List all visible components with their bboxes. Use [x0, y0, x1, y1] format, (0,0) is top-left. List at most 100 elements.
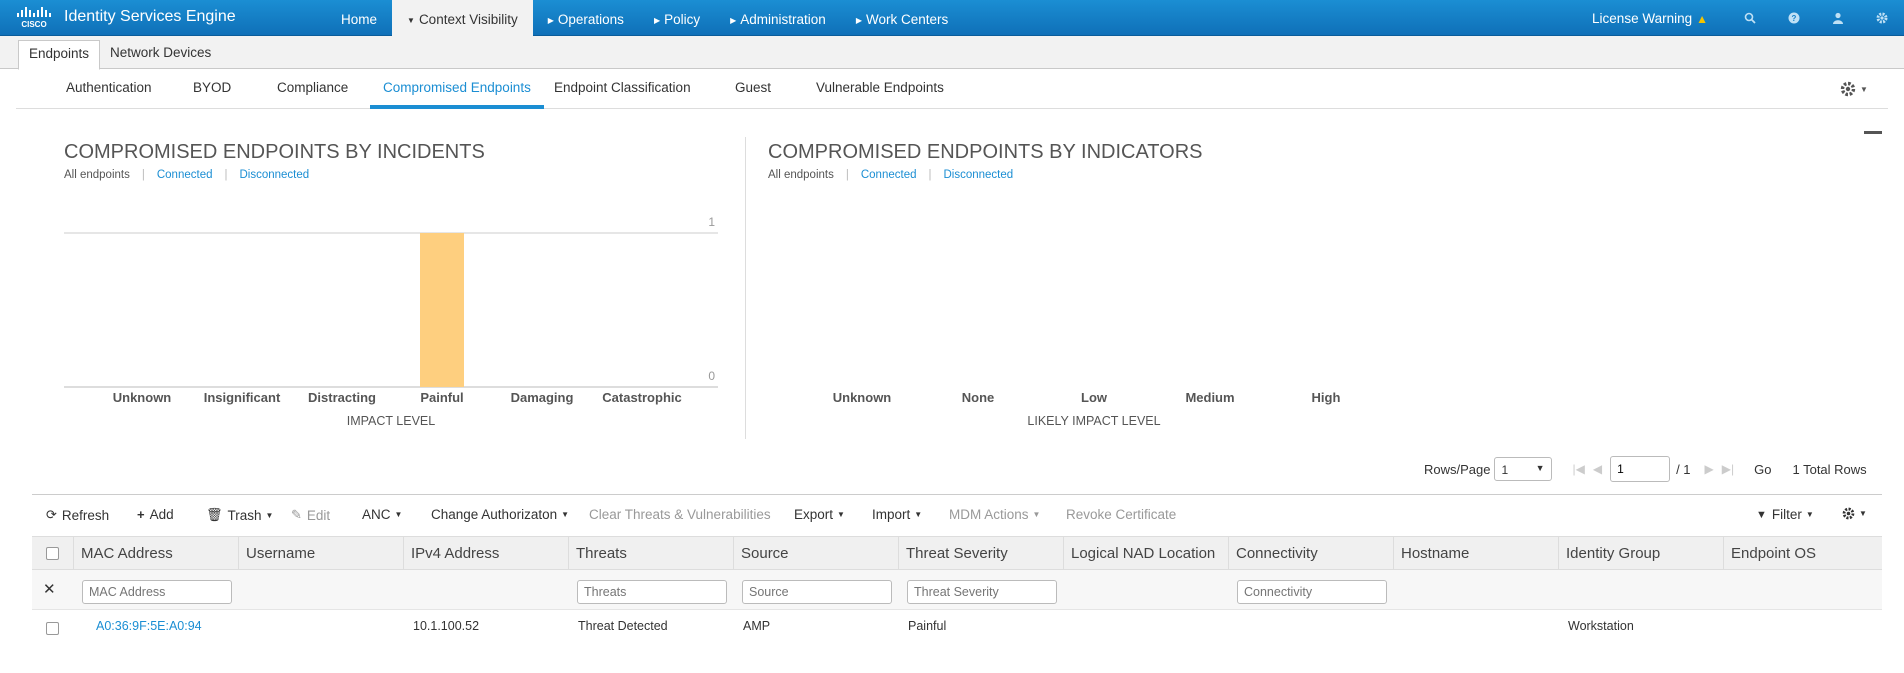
total-rows: 1 Total Rows: [1792, 461, 1867, 477]
warning-icon: ▲: [1696, 11, 1708, 26]
nav-label: Policy: [664, 12, 701, 27]
dashlet-tab-vulnerable-endpoints[interactable]: Vulnerable Endpoints: [816, 70, 944, 109]
source-filter-input[interactable]: [742, 580, 892, 604]
nav-home[interactable]: Home: [326, 0, 392, 36]
caret-right-icon: ▶: [547, 16, 554, 25]
cisco-logo: CISCO: [17, 7, 51, 29]
dashlet-tab-compliance[interactable]: Compliance: [277, 70, 348, 109]
row-checkbox[interactable]: [46, 622, 59, 635]
last-page-icon[interactable]: ▶|: [1722, 462, 1734, 476]
change-authorization-button[interactable]: Change Authorizaton ▼: [431, 507, 569, 522]
category-label: Unknown: [113, 390, 172, 405]
nav-administration[interactable]: ▶ Administration: [715, 0, 841, 36]
user-icon[interactable]: [1816, 0, 1860, 36]
x-axis-title: IMPACT LEVEL: [347, 414, 436, 428]
gear-icon[interactable]: [1860, 0, 1904, 36]
clear-threats-label: Clear Threats & Vulnerabilities: [589, 507, 771, 522]
caret-right-icon: ▶: [730, 16, 737, 25]
filter-separator: |: [141, 169, 145, 181]
refresh-button[interactable]: ⟳ Refresh: [46, 507, 109, 523]
filter-disconnected[interactable]: Disconnected: [239, 169, 309, 181]
next-page-icon[interactable]: ▶: [1705, 462, 1714, 476]
funnel-icon: ▼: [1756, 508, 1767, 521]
tab-network-devices[interactable]: Network Devices: [100, 40, 221, 70]
dashlet-tab-authentication[interactable]: Authentication: [66, 70, 152, 109]
export-button[interactable]: Export ▼: [794, 507, 845, 522]
rows-per-page-select[interactable]: 1 ▼: [1494, 457, 1553, 481]
filter-connected[interactable]: Connected: [861, 169, 917, 181]
y-tick-label: 0: [708, 369, 715, 383]
threat-severity-filter-input[interactable]: [907, 580, 1057, 604]
column-header-identity-group[interactable]: Identity Group: [1558, 537, 1723, 571]
row-mac-link[interactable]: A0:36:9F:5E:A0:94: [96, 619, 202, 633]
filter-disconnected[interactable]: Disconnected: [943, 169, 1013, 181]
threats-filter-input[interactable]: [577, 580, 727, 604]
import-button[interactable]: Import ▼: [872, 507, 922, 522]
column-header-hostname[interactable]: Hostname: [1393, 537, 1558, 571]
filter-all-endpoints[interactable]: All endpoints: [64, 169, 130, 181]
column-header-endpoint-os[interactable]: Endpoint OS: [1723, 537, 1882, 571]
column-header-ipv4[interactable]: IPv4 Address: [403, 537, 568, 571]
filter-button[interactable]: ▼ Filter ▼: [1756, 507, 1814, 522]
edit-button[interactable]: ✎ Edit: [291, 507, 330, 523]
import-label: Import: [872, 507, 911, 522]
category-label: Unknown: [833, 390, 892, 405]
caret-right-icon: ▶: [653, 16, 661, 25]
column-header-source[interactable]: Source: [733, 537, 898, 571]
column-header-mac[interactable]: MAC Address: [73, 537, 238, 571]
clear-filters-icon[interactable]: ✕: [43, 580, 56, 598]
page-number-input[interactable]: [1610, 456, 1671, 482]
connectivity-filter-input[interactable]: [1237, 580, 1387, 604]
refresh-label: Refresh: [61, 507, 110, 523]
nav-operations[interactable]: ▶ Operations: [533, 0, 639, 36]
refresh-icon: ⟳: [46, 507, 57, 522]
filter-all-endpoints[interactable]: All endpoints: [768, 169, 834, 181]
mdm-actions-button[interactable]: MDM Actions ▼: [949, 507, 1040, 522]
dashlet-tab-guest[interactable]: Guest: [735, 70, 771, 109]
add-button[interactable]: + Add: [137, 507, 174, 522]
table-settings-button[interactable]: ▼: [1842, 507, 1867, 520]
tab-endpoints[interactable]: Endpoints: [18, 40, 101, 70]
anc-label: ANC: [362, 507, 391, 522]
svg-text:?: ?: [1792, 14, 1797, 23]
column-header-threat-severity[interactable]: Threat Severity: [898, 537, 1063, 571]
table-filter-row: ✕: [32, 570, 1882, 610]
mdm-actions-label: MDM Actions: [949, 507, 1029, 522]
revoke-certificate-button[interactable]: Revoke Certificate: [1066, 507, 1176, 522]
table-header: MAC Address Username IPv4 Address Threat…: [32, 536, 1882, 571]
app-title: Identity Services Engine: [64, 8, 236, 25]
anc-button[interactable]: ANC ▼: [362, 507, 402, 522]
license-warning-link[interactable]: License Warning ▲: [1592, 11, 1708, 26]
dashlet-tab-compromised-endpoints[interactable]: Compromised Endpoints: [370, 70, 544, 109]
clear-threats-button[interactable]: Clear Threats & Vulnerabilities: [589, 507, 771, 522]
table-row[interactable]: A0:36:9F:5E:A0:94 10.1.100.52 Threat Det…: [32, 610, 1882, 646]
nav-label: Work Centers: [865, 12, 949, 27]
nav-label: Context Visibility: [418, 12, 518, 27]
nav-policy[interactable]: ▶ Policy: [639, 0, 715, 36]
y-tick-label: 1: [708, 215, 715, 229]
search-icon[interactable]: [1728, 0, 1772, 36]
dashlet-settings[interactable]: ▼: [1840, 80, 1872, 98]
edit-label: Edit: [306, 507, 331, 523]
category-label: Painful: [420, 390, 463, 405]
trash-button[interactable]: 🗑 Trash ▼: [206, 507, 273, 523]
help-icon[interactable]: ?: [1772, 0, 1816, 36]
go-button[interactable]: Go: [1754, 462, 1771, 477]
column-header-threats[interactable]: Threats: [568, 537, 733, 571]
mac-filter-input[interactable]: [82, 580, 232, 604]
minimize-icon[interactable]: [1864, 131, 1882, 134]
column-header-username[interactable]: Username: [238, 537, 403, 571]
nav-context-visibility[interactable]: ▼ Context Visibility: [392, 0, 533, 36]
column-header-connectivity[interactable]: Connectivity: [1228, 537, 1393, 571]
prev-page-icon[interactable]: ◀: [1593, 462, 1602, 476]
nav-work-centers[interactable]: ▶ Work Centers: [841, 0, 963, 36]
page-count: / 1: [1676, 461, 1691, 477]
filter-connected[interactable]: Connected: [157, 169, 213, 181]
select-all-checkbox[interactable]: [46, 547, 59, 560]
dashlet-tab-endpoint-classification[interactable]: Endpoint Classification: [554, 70, 691, 109]
column-header-logical-nad-location[interactable]: Logical NAD Location: [1063, 537, 1228, 571]
chevron-down-icon: ▼: [265, 510, 274, 520]
dashlet-tab-byod[interactable]: BYOD: [193, 70, 231, 109]
first-page-icon[interactable]: |◀: [1572, 462, 1584, 476]
revoke-certificate-label: Revoke Certificate: [1066, 507, 1177, 522]
